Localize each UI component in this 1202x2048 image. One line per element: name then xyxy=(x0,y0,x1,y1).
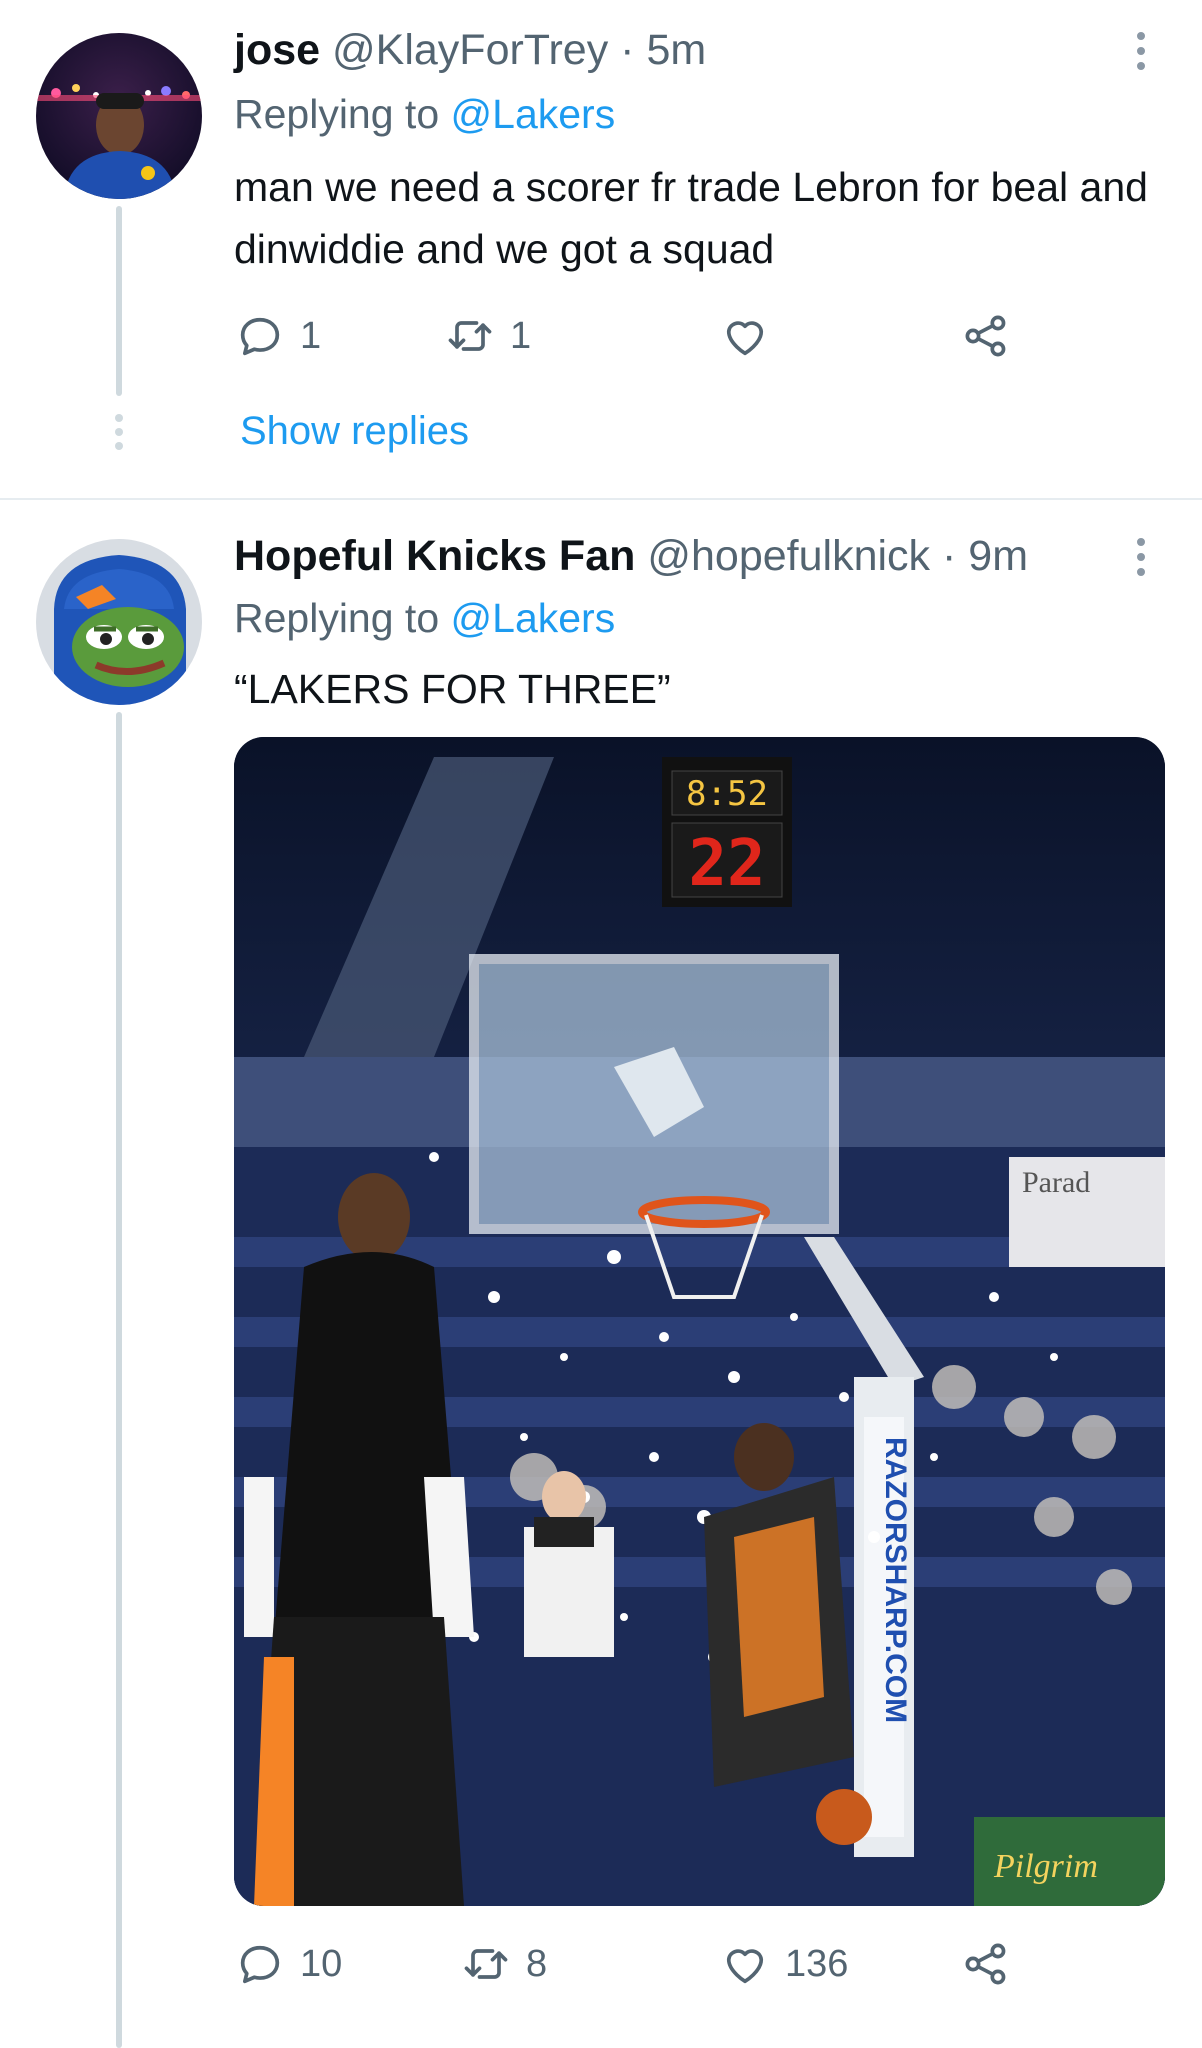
thread-line xyxy=(116,206,122,396)
reply-button[interactable]: 1 xyxy=(234,306,321,366)
share-icon xyxy=(965,1943,1006,1985)
heart-icon xyxy=(726,1949,764,1984)
share-button[interactable] xyxy=(960,306,1012,366)
tweet-jose[interactable]: jose @KlayForTrey · 5m Replying to @Lake… xyxy=(0,0,1202,498)
retweet-button[interactable]: 1 xyxy=(444,306,531,366)
tweet-header: jose @KlayForTrey · 5m xyxy=(234,24,706,76)
like-button[interactable]: 136 xyxy=(719,1934,848,1994)
show-replies-link[interactable]: Show replies xyxy=(240,405,469,457)
replying-prefix: Replying to xyxy=(234,91,440,137)
more-vertical-icon xyxy=(1137,32,1145,40)
display-name[interactable]: Hopeful Knicks Fan xyxy=(234,532,635,580)
replying-to: Replying to @Lakers xyxy=(234,88,615,140)
handle[interactable]: @KlayForTrey xyxy=(332,26,608,74)
more-vertical-icon xyxy=(1137,538,1145,546)
thread-gap-dots xyxy=(115,414,123,456)
tweet-text: man we need a scorer fr trade Lebron for… xyxy=(234,164,1148,272)
thread-line xyxy=(116,712,122,2048)
tweet-text: “LAKERS FOR THREE” xyxy=(234,666,671,712)
tweet-hopeful-knicks-fan[interactable]: Hopeful Knicks Fan @hopefulknick · 9m Re… xyxy=(0,500,1202,2048)
retweet-button[interactable]: 8 xyxy=(460,1934,547,1994)
action-bar: 1 1 xyxy=(234,306,1034,366)
replying-mention[interactable]: @Lakers xyxy=(451,91,616,137)
like-count: 136 xyxy=(785,1942,849,1985)
tweet-media-photo[interactable]: Parad 8:52 22 RAZORSHARP.COM Pilgrim xyxy=(234,737,1165,1906)
share-icon xyxy=(965,315,1006,357)
heart-icon xyxy=(726,321,764,356)
reply-count: 1 xyxy=(300,314,322,357)
timestamp[interactable]: 9m xyxy=(968,532,1028,580)
handle[interactable]: @hopefulknick xyxy=(647,532,930,580)
dot-separator: · xyxy=(620,26,635,74)
tweet-header: Hopeful Knicks Fan @hopefulknick · 9m xyxy=(234,530,1028,582)
like-button[interactable] xyxy=(719,306,785,366)
share-button[interactable] xyxy=(960,1934,1012,1994)
retweet-count: 1 xyxy=(510,314,532,357)
retweet-count: 8 xyxy=(526,1942,548,1985)
reply-button[interactable]: 10 xyxy=(234,1934,342,1994)
replying-prefix: Replying to xyxy=(234,595,440,641)
reply-count: 10 xyxy=(300,1942,343,1985)
more-options-button[interactable] xyxy=(1126,538,1156,598)
avatar-hopeful-knicks-fan[interactable] xyxy=(36,539,202,705)
stanchion-text: RAZORSHARP.COM xyxy=(879,1437,912,1723)
replying-to: Replying to @Lakers xyxy=(234,592,615,644)
retweet-icon xyxy=(464,1949,508,1979)
scoreboard-clock: 8:52 xyxy=(686,774,768,814)
retweet-icon xyxy=(448,321,492,351)
replying-mention[interactable]: @Lakers xyxy=(451,595,616,641)
shot-clock: 22 xyxy=(688,827,765,901)
more-options-button[interactable] xyxy=(1126,32,1156,92)
display-name[interactable]: jose xyxy=(234,26,320,74)
sign-text: Pilgrim xyxy=(993,1848,1098,1885)
banner-text: Parad xyxy=(1022,1166,1090,1199)
reply-icon xyxy=(240,317,280,356)
avatar-jose[interactable] xyxy=(36,33,202,199)
timestamp[interactable]: 5m xyxy=(646,26,706,74)
action-bar: 10 8 136 xyxy=(234,1934,1034,1994)
reply-icon xyxy=(240,1945,280,1984)
dot-separator: · xyxy=(942,532,957,580)
